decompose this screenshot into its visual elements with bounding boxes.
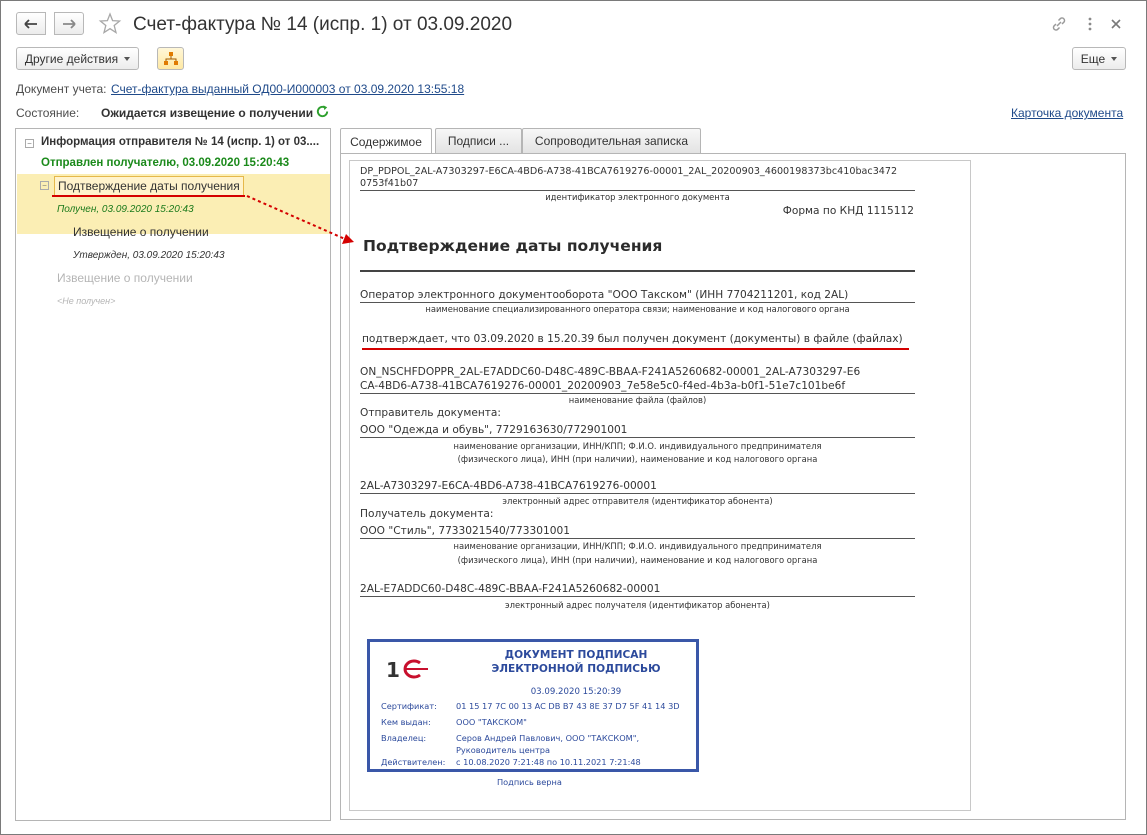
more-label: Еще — [1080, 51, 1106, 66]
receiver-value: ООО "Стиль", 7733021540/773301001 — [360, 525, 570, 537]
issuer-label: Кем выдан: — [381, 717, 431, 727]
window-title: Счет-фактура № 14 (испр. 1) от 03.09.202… — [133, 14, 513, 35]
tree-item-status: Получен, 03.09.2020 15:20:43 — [57, 204, 194, 215]
divider — [360, 270, 915, 272]
tree-item-receipt-notice-pending[interactable]: Извещение о получении — [57, 271, 193, 285]
divider — [360, 302, 915, 303]
document-link[interactable]: Счет-фактура выданный ОД00-И000003 от 03… — [111, 82, 464, 96]
sender-caption-1: наименование организации, ИНН/КПП; Ф.И.О… — [453, 441, 822, 451]
tab-cover-note[interactable]: Сопроводительная записка — [522, 128, 701, 153]
sender-value: ООО "Одежда и обувь", 7729163630/7729010… — [360, 424, 628, 436]
filename-line-1: ON_NSCHFDOPPR_2AL-E7ADDC60-D48C-489C-BBA… — [360, 366, 861, 378]
more-vertical-icon[interactable] — [1081, 15, 1099, 33]
tree-item-status: Утвержден, 03.09.2020 15:20:43 — [73, 250, 225, 261]
operator-caption: наименование специализированного операто… — [425, 304, 850, 314]
issuer-value: ООО "ТАКСКОМ" — [456, 717, 527, 727]
back-button[interactable] — [16, 12, 46, 35]
signature-stamp: 1 ДОКУМЕНТ ПОДПИСАН ЭЛЕКТРОННОЙ ПОДПИСЬЮ… — [367, 639, 699, 772]
document-structure-button[interactable] — [157, 47, 184, 70]
star-icon[interactable] — [98, 12, 122, 36]
tree-item-receipt-notice[interactable]: Извещение о получении — [73, 225, 209, 239]
collapse-icon[interactable]: − — [40, 181, 49, 190]
owner-value-1: Серов Андрей Павлович, ООО "ТАКСКОМ", — [456, 733, 640, 743]
file-id-line-1: DP_PDPOL_2AL-A7303297-E6CA-4BD6-A738-41B… — [360, 166, 898, 177]
tree-item-receipt-confirmation[interactable]: Подтверждение даты получения — [54, 176, 244, 196]
receiver-address-caption: электронный адрес получателя (идентифика… — [505, 600, 770, 610]
tree-root-label[interactable]: Информация отправителя № 14 (испр. 1) от… — [41, 136, 319, 148]
form-code: Форма по КНД 1115112 — [782, 205, 914, 217]
document-label: Документ учета: — [16, 82, 107, 96]
document-window: Счет-фактура № 14 (испр. 1) от 03.09.202… — [0, 0, 1147, 835]
refresh-icon[interactable] — [315, 104, 330, 119]
cert-label: Сертификат: — [381, 701, 437, 711]
stamp-datetime: 03.09.2020 15:20:39 — [530, 687, 622, 697]
sender-address-caption: электронный адрес отправителя (идентифик… — [502, 496, 773, 506]
tab-signatures[interactable]: Подписи ... — [435, 128, 522, 153]
title-bar: Счет-фактура № 14 (испр. 1) от 03.09.202… — [1, 1, 1146, 47]
valid-value: с 10.08.2020 7:21:48 по 10.11.2021 7:21:… — [456, 757, 641, 767]
tab-content-panel: DP_PDPOL_2AL-A7303297-E6CA-4BD6-A738-41B… — [340, 153, 1126, 820]
forward-button[interactable] — [54, 12, 84, 35]
tree-root-status: Отправлен получателю, 03.09.2020 15:20:4… — [41, 157, 290, 169]
structure-icon — [163, 51, 178, 65]
receiver-caption-1: наименование организации, ИНН/КПП; Ф.И.О… — [453, 541, 822, 551]
sender-caption-2: (физического лица), ИНН (при наличии), н… — [457, 454, 818, 464]
chevron-down-icon — [124, 56, 131, 61]
divider — [360, 493, 915, 494]
tree-item-status: <Не получен> — [57, 296, 116, 306]
state-value: Ожидается извещение о получении — [101, 106, 314, 120]
annotation-underline — [362, 348, 909, 350]
operator-text: Оператор электронного документооборота "… — [360, 289, 849, 301]
collapse-icon[interactable]: − — [25, 139, 34, 148]
sender-label: Отправитель документа: — [360, 407, 501, 419]
exchange-tree: − Информация отправителя № 14 (испр. 1) … — [15, 128, 331, 821]
chevron-down-icon — [1111, 56, 1118, 61]
owner-label: Владелец: — [381, 733, 427, 743]
divider — [360, 596, 915, 597]
receiver-label: Получатель документа: — [360, 508, 494, 520]
state-label: Состояние: — [16, 106, 80, 120]
valid-label: Действителен: — [381, 757, 446, 767]
arrow-right-icon — [63, 18, 76, 29]
file-id-line-2: 0753f41b07 — [360, 178, 419, 189]
document-card-link[interactable]: Карточка документа — [1011, 106, 1123, 120]
divider — [360, 538, 915, 539]
more-button[interactable]: Еще — [1072, 47, 1126, 70]
signature-status: Подпись верна — [497, 777, 562, 787]
confirms-text: подтверждает, что 03.09.2020 в 15.20.39 … — [362, 333, 903, 345]
sender-address: 2AL-A7303297-E6CA-4BD6-A738-41BCA7619276… — [360, 480, 657, 492]
receiver-caption-2: (физического лица), ИНН (при наличии), н… — [457, 555, 818, 565]
stamp-title-2: ЭЛЕКТРОННОЙ ПОДПИСЬЮ — [491, 663, 661, 675]
filename-caption: наименование файла (файлов) — [568, 395, 707, 405]
document-heading: Подтверждение даты получения — [363, 237, 663, 255]
file-id-caption: идентификатор электронного документа — [545, 192, 730, 202]
owner-value-2: Руководитель центра — [456, 745, 550, 755]
stamp-title-1: ДОКУМЕНТ ПОДПИСАН — [504, 649, 648, 661]
arrow-left-icon — [24, 18, 37, 29]
receiver-address: 2AL-E7ADDC60-D48C-489C-BBAA-F241A5260682… — [360, 583, 661, 595]
cert-value: 01 15 17 7C 00 13 AC DB B7 43 8E 37 D7 5… — [456, 701, 680, 711]
divider — [360, 190, 915, 191]
divider — [360, 393, 915, 394]
filename-line-2: CA-4BD6-A738-41BCA7619276-00001_20200903… — [360, 380, 846, 392]
tab-content[interactable]: Содержимое — [340, 128, 432, 154]
annotation-underline — [52, 195, 245, 197]
other-actions-button[interactable]: Другие действия — [16, 47, 139, 70]
divider — [360, 437, 915, 438]
other-actions-label: Другие действия — [24, 51, 119, 66]
document-preview: DP_PDPOL_2AL-A7303297-E6CA-4BD6-A738-41B… — [349, 160, 971, 811]
link-icon[interactable] — [1050, 15, 1068, 33]
close-icon[interactable] — [1107, 15, 1125, 33]
